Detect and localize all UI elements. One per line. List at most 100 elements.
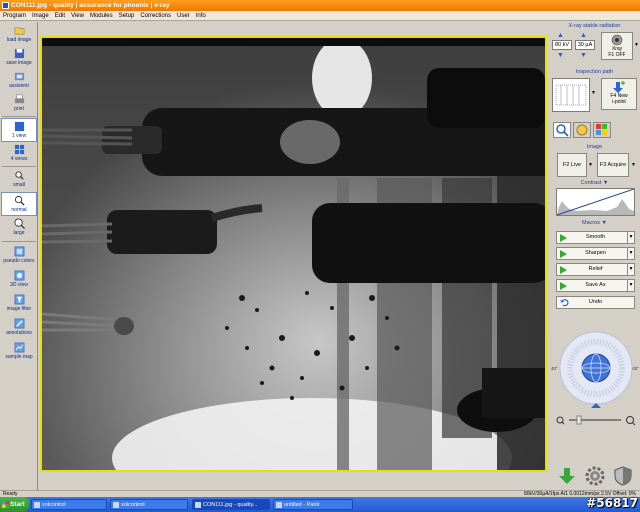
- menu-user[interactable]: User: [174, 13, 193, 19]
- macro-save-as-button[interactable]: Save As ▼: [556, 279, 635, 292]
- menu-edit[interactable]: Edit: [52, 13, 68, 19]
- tilt-left-label: 40°: [551, 366, 558, 371]
- macros-section-title[interactable]: Macros ▼: [549, 220, 640, 227]
- menu-modules[interactable]: Modules: [87, 13, 116, 19]
- cube-icon: [14, 270, 24, 281]
- play-icon: [560, 266, 567, 274]
- play-icon: [560, 250, 567, 258]
- inspection-section-title: Inspection path: [575, 69, 614, 75]
- menu-bar: Program Image Edit View Modules Setup Co…: [0, 11, 640, 21]
- xray-image-view[interactable]: [40, 36, 547, 472]
- toolbar-separator: [2, 116, 36, 117]
- zoom-normal-icon: [14, 195, 25, 206]
- start-button[interactable]: Start: [0, 497, 29, 512]
- voltage-up-button[interactable]: ▲: [552, 32, 569, 39]
- download-button[interactable]: [557, 466, 577, 486]
- compass-dial: [559, 331, 633, 408]
- macro-relief-button[interactable]: Relief ▼: [556, 263, 635, 276]
- menu-setup[interactable]: Setup: [116, 13, 138, 19]
- print-button[interactable]: print: [1, 92, 37, 116]
- new-point-icon: [613, 81, 625, 93]
- menu-image[interactable]: Image: [29, 13, 52, 19]
- macro-dropdown-arrow[interactable]: ▼: [627, 280, 634, 291]
- inspection-dropdown-arrow[interactable]: ▼: [591, 90, 596, 96]
- zoom-slider-track: [556, 415, 636, 426]
- macro-dropdown-arrow[interactable]: ▼: [627, 232, 634, 243]
- pseudo-colors-button[interactable]: pseudo colors: [1, 244, 37, 268]
- shield-icon: [614, 466, 632, 486]
- taskbar-item-con111[interactable]: CON111.jpg - quality...: [192, 499, 270, 510]
- xray-toggle-button[interactable]: Xray F1 OFF: [601, 32, 633, 60]
- app-window-icon: [195, 502, 201, 508]
- menu-view[interactable]: View: [68, 13, 87, 19]
- macro-dropdown-arrow[interactable]: ▼: [627, 264, 634, 275]
- tab-zoom[interactable]: [553, 122, 571, 138]
- zoom-large-icon: [13, 218, 25, 229]
- palette-icon: [14, 246, 24, 257]
- tab-windows[interactable]: [593, 122, 611, 138]
- current-up-button[interactable]: ▲: [575, 32, 592, 39]
- menu-program[interactable]: Program: [0, 13, 29, 19]
- assistant-icon: [14, 72, 24, 81]
- app-window-icon: [34, 502, 40, 508]
- xray-dropdown-arrow[interactable]: ▼: [634, 42, 639, 48]
- undo-button[interactable]: Undo: [556, 296, 635, 309]
- image-section-title: Image: [586, 144, 603, 150]
- single-view-icon: [14, 121, 24, 132]
- zoom-small-button[interactable]: small: [1, 168, 37, 192]
- pencil-icon: [14, 318, 24, 329]
- zoom-small-icon: [14, 171, 24, 180]
- sample-map-button[interactable]: sample map: [1, 340, 37, 364]
- tools-icon: [576, 124, 588, 136]
- 3d-view-button[interactable]: 3D view: [1, 268, 37, 292]
- voltage-down-button[interactable]: ▼: [552, 52, 569, 59]
- inspection-path-preview[interactable]: [552, 78, 590, 112]
- live-dropdown-arrow[interactable]: ▼: [588, 162, 593, 168]
- voltage-field[interactable]: 80 kV: [552, 40, 572, 50]
- new-ipoint-button[interactable]: F4 New i-point: [601, 78, 637, 110]
- acquire-dropdown-arrow[interactable]: ▼: [631, 162, 636, 168]
- zoom-normal-button[interactable]: normal: [1, 192, 37, 216]
- histogram-curve: [556, 188, 635, 216]
- image-filter-button[interactable]: image filter: [1, 292, 37, 316]
- taskbar-item-xolcontrol-2[interactable]: xolcontrol: [110, 499, 188, 510]
- manipulator-compass[interactable]: 40° 40°: [551, 322, 639, 414]
- window-title: CON111.jpg - quality | assurance for pho…: [11, 2, 170, 9]
- xray-image: [42, 38, 545, 470]
- quad-view-icon: [14, 144, 24, 155]
- menu-info[interactable]: Info: [193, 13, 209, 19]
- annotations-button[interactable]: annotations: [1, 316, 37, 340]
- app-icon: [2, 2, 9, 9]
- menu-corrections[interactable]: Corrections: [137, 13, 174, 19]
- map-icon: [14, 342, 24, 353]
- contrast-histogram[interactable]: [556, 188, 635, 216]
- load-image-button[interactable]: load image: [1, 23, 37, 47]
- acquire-button[interactable]: F3 Acquire: [597, 153, 629, 177]
- live-button[interactable]: F2 Live: [557, 153, 587, 177]
- grid-pattern-icon: [555, 84, 587, 106]
- macro-dropdown-arrow[interactable]: ▼: [627, 248, 634, 259]
- four-views-button[interactable]: 4 views: [1, 142, 37, 166]
- window-titlebar[interactable]: CON111.jpg - quality | assurance for pho…: [0, 0, 640, 11]
- download-arrow-icon: [559, 468, 575, 484]
- current-down-button[interactable]: ▼: [575, 52, 592, 59]
- gear-icon: [585, 466, 605, 486]
- shield-button[interactable]: [613, 466, 633, 486]
- settings-button[interactable]: [585, 466, 605, 486]
- contrast-section-title[interactable]: Contrast ▼: [549, 180, 640, 187]
- taskbar-item-paint[interactable]: untitled - Paint: [273, 499, 353, 510]
- tab-tools[interactable]: [573, 122, 591, 138]
- folder-icon: [14, 27, 24, 35]
- xray-section-title: X-ray stable radiation: [568, 23, 621, 29]
- save-image-button[interactable]: save image: [1, 46, 37, 70]
- one-view-button[interactable]: 1 view: [1, 118, 37, 142]
- app-window-icon: [113, 502, 119, 508]
- zoom-large-button[interactable]: large: [1, 216, 37, 240]
- macro-sharpen-button[interactable]: Sharpen ▼: [556, 247, 635, 260]
- assistent-button[interactable]: assistent: [1, 69, 37, 93]
- taskbar-item-xolcontrol-1[interactable]: xolcontrol: [31, 499, 107, 510]
- windows-icon: [596, 124, 607, 135]
- macro-smooth-button[interactable]: Smooth ▼: [556, 231, 635, 244]
- zoom-slider[interactable]: [555, 414, 637, 426]
- current-field[interactable]: 30 µA: [575, 40, 595, 50]
